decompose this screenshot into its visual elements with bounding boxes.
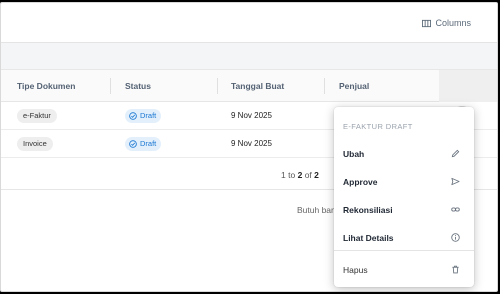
trash-icon: [452, 265, 459, 274]
info-icon: [451, 233, 460, 242]
table-header: Tipe Dokumen Status Tanggal Buat Penjual: [1, 70, 497, 102]
header-tipe-dokumen[interactable]: Tipe Dokumen: [17, 70, 75, 102]
row-actions-menu: E-FAKTUR DRAFT Ubah Approve Rekonsiliasi…: [334, 107, 474, 287]
page-from: 1: [281, 170, 286, 180]
column-divider[interactable]: [324, 78, 325, 94]
check-circle-icon: [129, 112, 137, 120]
document-type-chip: Invoice: [17, 137, 53, 151]
page-to-word: to: [288, 170, 296, 180]
menu-divider: [334, 250, 474, 251]
pagination-summary: 1 to 2 of 2: [281, 170, 319, 180]
menu-item-lihat-details[interactable]: Lihat Details: [334, 224, 474, 251]
menu-item-approve[interactable]: Approve: [334, 168, 474, 195]
header-tanggal-buat[interactable]: Tanggal Buat: [231, 70, 284, 102]
menu-item-label: Ubah: [343, 148, 365, 159]
document-type-chip: e-Faktur: [17, 109, 57, 123]
menu-item-label: Rekonsiliasi: [343, 204, 393, 215]
menu-item-rekonsiliasi[interactable]: Rekonsiliasi: [334, 196, 474, 223]
status-label: Draft: [140, 139, 157, 148]
status-label: Draft: [140, 111, 157, 120]
created-date: 9 Nov 2025: [231, 111, 272, 120]
menu-item-hapus[interactable]: Hapus: [334, 256, 474, 283]
page-total: 2: [314, 170, 319, 180]
page-to: 2: [297, 170, 303, 180]
help-text[interactable]: Butuh ban: [297, 205, 336, 215]
check-circle-icon: [129, 140, 137, 148]
actions-header: [439, 70, 497, 102]
menu-item-label: Hapus: [343, 264, 368, 275]
menu-item-label: Lihat Details: [343, 232, 394, 243]
send-icon: [451, 177, 460, 186]
menu-header: E-FAKTUR DRAFT: [343, 122, 413, 131]
table-toolbar: Columns: [1, 3, 497, 43]
column-divider[interactable]: [110, 78, 111, 94]
header-status[interactable]: Status: [125, 70, 151, 102]
columns-icon: [422, 19, 432, 27]
menu-item-ubah[interactable]: Ubah: [334, 140, 474, 167]
status-badge: Draft: [125, 109, 162, 123]
filter-band: [1, 43, 497, 70]
header-penjual[interactable]: Penjual: [339, 70, 369, 102]
columns-label: Columns: [435, 18, 471, 28]
columns-button[interactable]: Columns: [422, 18, 471, 28]
created-date: 9 Nov 2025: [231, 139, 272, 148]
page-of-word: of: [304, 170, 312, 180]
menu-item-label: Approve: [343, 176, 378, 187]
edit-icon: [451, 149, 460, 158]
link-icon: [451, 207, 460, 212]
status-badge: Draft: [125, 137, 162, 151]
column-divider[interactable]: [217, 78, 218, 94]
